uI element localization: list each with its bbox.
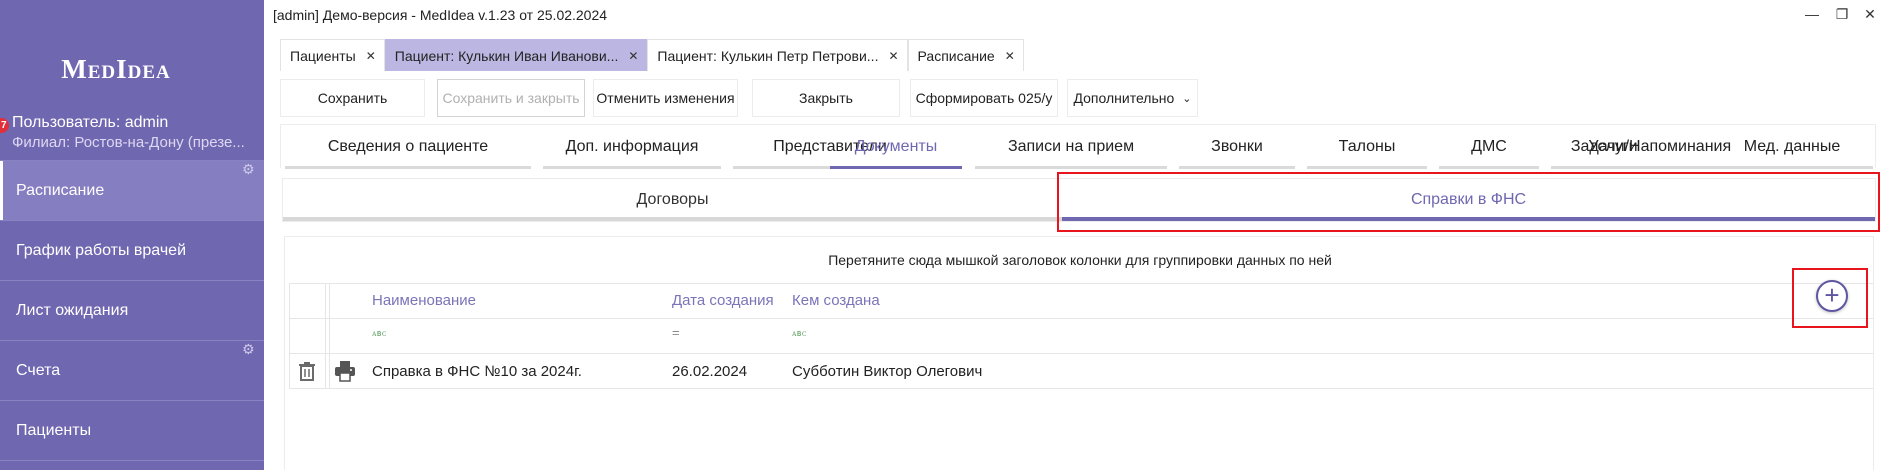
sidebar-item-more[interactable] xyxy=(0,460,264,470)
more-dropdown[interactable]: Дополнительно ⌄ xyxy=(1067,79,1198,117)
doc-tab-label: Пациенты xyxy=(290,47,356,64)
trash-icon[interactable] xyxy=(295,359,319,383)
divider xyxy=(289,353,1873,354)
cell-name[interactable]: Справка в ФНС №10 за 2024г. xyxy=(372,363,582,380)
divider xyxy=(289,388,1873,389)
maximize-button[interactable]: ❐ xyxy=(1832,4,1852,24)
doc-tab-label: Расписание xyxy=(917,47,995,64)
doc-tab-patients[interactable]: Пациенты ✕ xyxy=(280,39,385,71)
tab-appointments[interactable]: Записи на прием xyxy=(975,125,1167,169)
sidebar-item-label: Расписание xyxy=(16,181,105,199)
divider xyxy=(289,318,1873,319)
group-by-panel[interactable]: Перетяните сюда мышкой заголовок колонки… xyxy=(285,237,1875,283)
doc-tab-schedule[interactable]: Расписание ✕ xyxy=(907,39,1024,71)
tab-documents[interactable]: Документы xyxy=(830,125,962,169)
save-and-close-button[interactable]: Сохранить и закрыть xyxy=(437,79,585,117)
divider xyxy=(289,283,1873,284)
tab-coupons[interactable]: Талоны xyxy=(1307,125,1427,169)
tab-dms[interactable]: ДМС xyxy=(1439,125,1539,169)
cell-created-date[interactable]: 26.02.2024 xyxy=(672,363,747,380)
close-tab-icon[interactable]: ✕ xyxy=(1005,49,1015,63)
form-025-button[interactable]: Сформировать 025/у xyxy=(910,79,1058,117)
divider xyxy=(325,283,326,388)
text-filter-icon[interactable]: ᴀʙᴄ xyxy=(372,328,386,339)
notification-badge[interactable]: 7 xyxy=(0,118,9,133)
sidebar-item-schedule[interactable]: Расписание xyxy=(0,160,264,220)
sidebar: MedIdea 7 Пользователь: admin Филиал: Ро… xyxy=(0,0,264,470)
tab-additional-info[interactable]: Доп. информация xyxy=(543,125,721,169)
doc-tab-patient-petr[interactable]: Пациент: Кулькин Петр Петрови... ✕ xyxy=(647,39,908,71)
app-logo: MedIdea xyxy=(61,54,171,84)
subtab-tax-certificates[interactable]: Справки в ФНС xyxy=(1062,179,1875,221)
branch-name: Филиал: Ростов-на-Дону (презе... xyxy=(12,134,245,151)
cell-created-by[interactable]: Субботин Виктор Олегович xyxy=(792,363,982,380)
sidebar-item-label: Пациенты xyxy=(16,421,92,439)
gear-icon[interactable]: ⚙ xyxy=(242,162,256,176)
user-name: Пользователь: admin xyxy=(12,114,169,131)
divider xyxy=(329,283,330,388)
add-certificate-button[interactable]: + xyxy=(1816,280,1848,312)
chevron-down-icon: ⌄ xyxy=(1182,92,1192,105)
user-info[interactable]: 7 Пользователь: admin Филиал: Ростов-на-… xyxy=(0,114,264,158)
tab-calls[interactable]: Звонки xyxy=(1179,125,1295,169)
column-header-created-by[interactable]: Кем создана xyxy=(792,292,880,309)
title-bar: [admin] Демо-версия - MedIdea v.1.23 от … xyxy=(264,0,1891,30)
equals-filter-icon[interactable]: = xyxy=(672,325,680,340)
doc-tab-label: Пациент: Кулькин Иван Иванови... xyxy=(394,47,619,64)
printer-icon[interactable] xyxy=(333,359,357,383)
doc-tab-patient-ivan[interactable]: Пациент: Кулькин Иван Иванови... ✕ xyxy=(384,39,648,71)
minimize-button[interactable]: — xyxy=(1802,4,1822,24)
doc-tab-label: Пациент: Кулькин Петр Петрови... xyxy=(657,47,879,64)
sidebar-item-label: Лист ожидания xyxy=(16,301,129,319)
sidebar-item-waiting-list[interactable]: Лист ожидания xyxy=(0,280,264,340)
window-title: [admin] Демо-версия - MedIdea v.1.23 от … xyxy=(273,7,608,23)
certificates-grid: Перетяните сюда мышкой заголовок колонки… xyxy=(284,236,1874,470)
close-tab-icon[interactable]: ✕ xyxy=(888,49,898,63)
gear-icon[interactable]: ⚙ xyxy=(242,342,256,356)
column-header-name[interactable]: Наименование xyxy=(372,292,476,309)
document-subtabs: Договоры Справки в ФНС xyxy=(282,178,1876,222)
tab-medical-data[interactable]: Мед. данные xyxy=(1711,125,1873,169)
sidebar-item-label: Счета xyxy=(16,361,61,379)
tab-patient-info[interactable]: Сведения о пациенте xyxy=(285,125,531,169)
sidebar-item-doctor-schedule[interactable]: График работы врачей xyxy=(0,220,264,280)
document-tabs: Пациенты ✕ Пациент: Кулькин Иван Иванови… xyxy=(280,39,1024,71)
close-window-button[interactable]: ✕ xyxy=(1860,4,1880,24)
more-dropdown-label: Дополнительно xyxy=(1073,90,1175,106)
save-button[interactable]: Сохранить xyxy=(280,79,425,117)
column-header-created-date[interactable]: Дата создания xyxy=(672,292,774,309)
sidebar-item-label: График работы врачей xyxy=(16,241,187,259)
close-button[interactable]: Закрыть xyxy=(752,79,900,117)
divider xyxy=(289,283,290,388)
text-filter-icon[interactable]: ᴀʙᴄ xyxy=(792,328,806,339)
patient-tabs: Сведения о пациенте Доп. информация Пред… xyxy=(280,124,1876,169)
close-tab-icon[interactable]: ✕ xyxy=(366,49,376,63)
cancel-changes-button[interactable]: Отменить изменения xyxy=(593,79,738,117)
sidebar-item-patients[interactable]: Пациенты xyxy=(0,400,264,460)
subtab-contracts[interactable]: Договоры xyxy=(283,179,1062,221)
close-tab-icon[interactable]: ✕ xyxy=(628,49,638,63)
sidebar-item-invoices[interactable]: Счета xyxy=(0,340,264,400)
